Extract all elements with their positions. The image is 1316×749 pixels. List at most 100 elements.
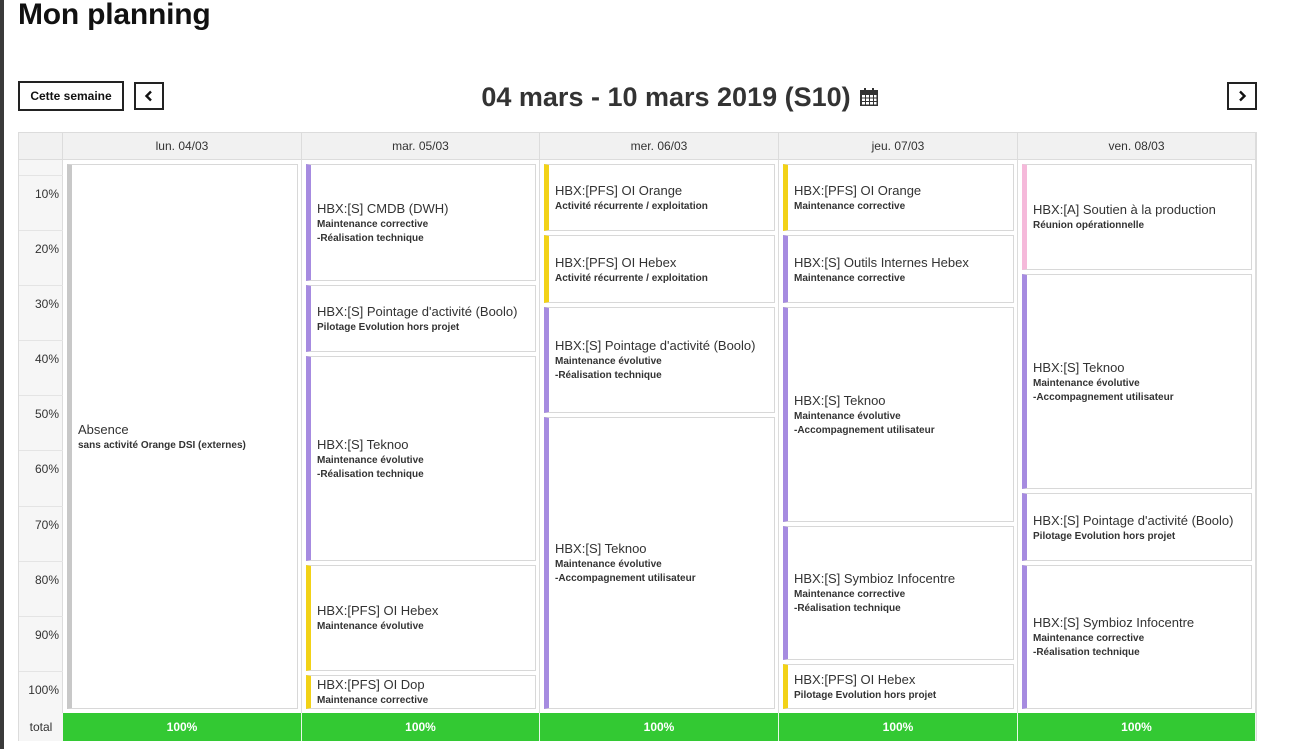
- activity-detail: Maintenance corrective: [1033, 633, 1145, 645]
- activity-card[interactable]: HBX:[PFS] OI Dop Maintenance corrective: [306, 674, 536, 709]
- day-column: HBX:[S] CMDB (DWH) Maintenance corrective…: [302, 160, 540, 713]
- activity-card[interactable]: HBX:[S] Teknoo Maintenance évolutive -Acco…: [1022, 273, 1252, 490]
- day-total: 100%: [63, 713, 302, 741]
- activity-card[interactable]: HBX:[PFS] OI Hebex Activité récurrente / …: [544, 235, 775, 303]
- activity-title: HBX:[PFS] OI Orange: [794, 183, 922, 199]
- activity-title: HBX:[S] Teknoo: [317, 436, 409, 452]
- activity-detail: Maintenance évolutive: [794, 411, 901, 423]
- activity-detail: Réunion opérationnelle: [1033, 220, 1145, 232]
- activity-title: HBX:[PFS] OI Hebex: [317, 603, 439, 619]
- load-axis: 10% 20% 30% 40% 50% 60% 70% 80% 90% 100%: [19, 160, 63, 713]
- axis-gridline: [19, 230, 63, 231]
- planning-grid: 10% 20% 30% 40% 50% 60% 70% 80% 90% 100% total 10…: [18, 132, 1257, 741]
- activity-title: Absence: [78, 422, 129, 437]
- day-header: ven. 08/03: [1018, 133, 1256, 160]
- activity-detail: Maintenance évolutive: [317, 454, 424, 466]
- axis-label: 30%: [34, 297, 59, 311]
- day-total: 100%: [1018, 713, 1256, 741]
- activity-card[interactable]: HBX:[S] Outils Internes Hebex Maintenance…: [783, 235, 1014, 303]
- activity-detail: Maintenance corrective: [317, 695, 429, 707]
- window-left-edge: [0, 0, 4, 749]
- axis-label: 50%: [34, 407, 59, 421]
- axis-gridline: [19, 450, 63, 451]
- day-header: mar. 05/03: [302, 133, 540, 160]
- axis-label: 90%: [34, 628, 59, 642]
- activity-detail: Maintenance évolutive: [317, 621, 424, 633]
- activity-detail: Maintenance corrective: [794, 201, 906, 213]
- activity-title: HBX:[PFS] OI Hebex: [555, 254, 677, 270]
- calendar-icon[interactable]: [859, 87, 879, 107]
- total-label: total: [29, 720, 53, 734]
- activity-title: HBX:[PFS] OI Dop: [317, 677, 425, 693]
- activity-detail: Activité récurrente / exploitation: [555, 272, 708, 284]
- activity-title: HBX:[PFS] OI Orange: [555, 183, 683, 199]
- activity-card[interactable]: HBX:[S] Teknoo Maintenance évolutive -Réal…: [306, 356, 536, 561]
- day-total: 100%: [540, 713, 779, 741]
- activity-title: HBX:[S] Teknoo: [794, 393, 886, 409]
- day-header: mer. 06/03: [540, 133, 779, 160]
- activity-card[interactable]: HBX:[PFS] OI Orange Activité récurrente /…: [544, 164, 775, 232]
- next-week-button[interactable]: [1227, 82, 1257, 110]
- activity-detail: Maintenance corrective: [794, 589, 906, 601]
- day-column: Absence sans activité Orange DSI (externe…: [63, 160, 302, 713]
- axis-gridline: [19, 175, 63, 176]
- activity-title: HBX:[PFS] OI Hebex: [794, 671, 916, 687]
- activity-detail: Maintenance corrective: [317, 218, 429, 230]
- previous-week-button[interactable]: [134, 82, 164, 110]
- activity-detail: -Réalisation technique: [317, 468, 424, 480]
- page-title: Mon planning: [18, 0, 211, 31]
- activity-title: HBX:[A] Soutien à la production: [1033, 202, 1216, 218]
- day-total: 100%: [779, 713, 1018, 741]
- day-total: 100%: [302, 713, 540, 741]
- activity-detail: Maintenance évolutive: [555, 559, 662, 571]
- activity-detail: -Accompagnement utilisateur: [794, 425, 935, 437]
- activity-detail: Maintenance évolutive: [1033, 378, 1140, 390]
- activity-detail: Activité récurrente / exploitation: [555, 201, 708, 213]
- this-week-button[interactable]: Cette semaine: [18, 81, 124, 111]
- axis-gridline: [19, 285, 63, 286]
- activity-card[interactable]: HBX:[A] Soutien à la production Réunion o…: [1022, 164, 1252, 270]
- activity-card[interactable]: HBX:[S] Symbioz Infocentre Maintenance co…: [1022, 564, 1252, 709]
- axis-gridline: [19, 340, 63, 341]
- week-range-header: 04 mars - 10 mars 2019 (S10): [300, 78, 1060, 116]
- axis-header: [19, 133, 63, 160]
- activity-detail: -Réalisation technique: [317, 232, 424, 244]
- activity-card[interactable]: HBX:[S] Teknoo Maintenance évolutive -Acco…: [544, 416, 775, 709]
- activity-card[interactable]: HBX:[PFS] OI Orange Maintenance correctiv…: [783, 164, 1014, 232]
- activity-card[interactable]: HBX:[S] Symbioz Infocentre Maintenance co…: [783, 526, 1014, 660]
- axis-label: 40%: [34, 352, 59, 366]
- day-header: lun. 04/03: [63, 133, 302, 160]
- activity-detail: Pilotage Evolution hors projet: [794, 689, 937, 701]
- activity-title: HBX:[S] Pointage d'activité (Boolo): [317, 303, 518, 319]
- activity-title: HBX:[S] Teknoo: [1033, 360, 1125, 376]
- axis-label: 10%: [34, 187, 59, 201]
- day-column: HBX:[PFS] OI Orange Maintenance correctiv…: [779, 160, 1018, 713]
- activity-card[interactable]: HBX:[PFS] OI Hebex Pilotage Evolution hor…: [783, 663, 1014, 709]
- activity-card[interactable]: HBX:[S] Pointage d'activité (Boolo) Pilot…: [1022, 493, 1252, 561]
- activity-detail: Pilotage Evolution hors projet: [1033, 530, 1176, 542]
- totals-row: total 100% 100% 100% 100% 100%: [19, 713, 1256, 741]
- activity-card[interactable]: HBX:[PFS] OI Hebex Maintenance évolutive: [306, 564, 536, 671]
- axis-gridline: [19, 506, 63, 507]
- activity-title: HBX:[S] Outils Internes Hebex: [794, 254, 969, 270]
- chevron-left-icon: [144, 90, 152, 102]
- axis-label: 70%: [34, 518, 59, 532]
- axis-gridline: [19, 616, 63, 617]
- activity-detail: Maintenance évolutive: [555, 356, 662, 368]
- activity-detail: -Accompagnement utilisateur: [555, 573, 696, 585]
- activity-card[interactable]: HBX:[S] CMDB (DWH) Maintenance corrective…: [306, 164, 536, 281]
- activity-card[interactable]: HBX:[S] Pointage d'activité (Boolo) Maint…: [544, 306, 775, 413]
- activity-card[interactable]: HBX:[S] Teknoo Maintenance évolutive -Acco…: [783, 306, 1014, 523]
- day-column: HBX:[PFS] OI Orange Activité récurrente /…: [540, 160, 779, 713]
- activity-detail: sans activité Orange DSI (externes): [78, 440, 246, 451]
- activity-title: HBX:[S] Pointage d'activité (Boolo): [1033, 512, 1234, 528]
- axis-label: 20%: [34, 242, 59, 256]
- activity-card[interactable]: HBX:[S] Pointage d'activité (Boolo) Pilot…: [306, 284, 536, 353]
- axis-label: 80%: [34, 573, 59, 587]
- activity-detail: -Réalisation technique: [555, 370, 662, 382]
- activity-card[interactable]: Absence sans activité Orange DSI (externe…: [67, 164, 298, 709]
- activity-detail: -Réalisation technique: [794, 603, 901, 615]
- axis-label: 100%: [28, 683, 59, 697]
- activity-title: HBX:[S] CMDB (DWH): [317, 200, 449, 216]
- activity-detail: -Réalisation technique: [1033, 647, 1140, 659]
